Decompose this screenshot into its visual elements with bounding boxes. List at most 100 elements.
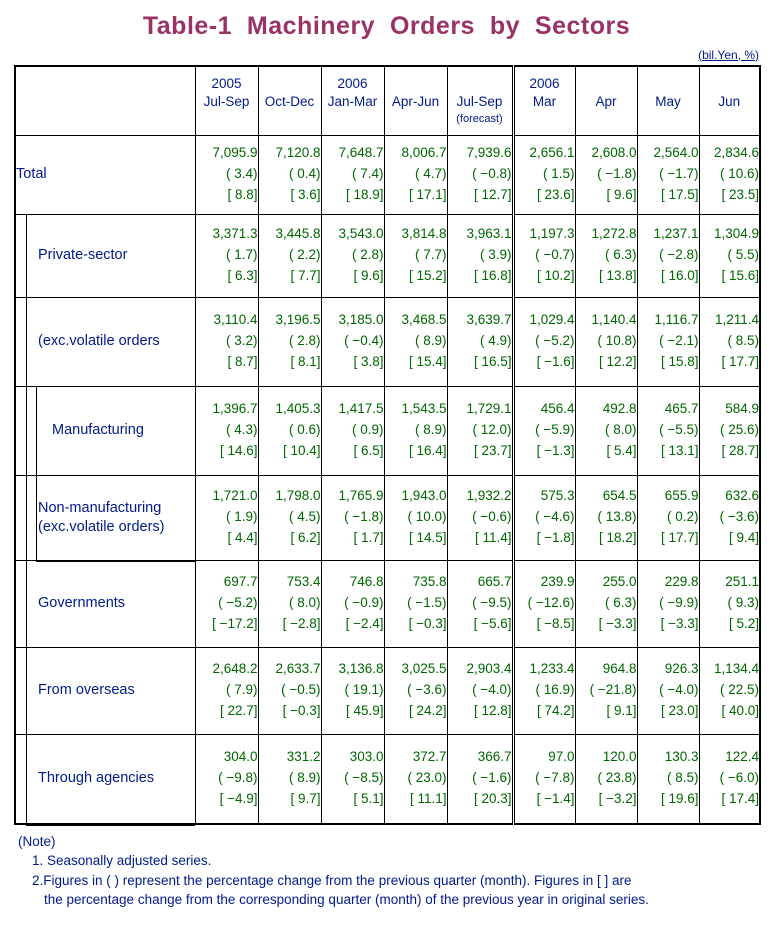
data-cell: 2,656.1 ( 1.5) [ 23.6] [511, 134, 576, 215]
cell-qoq-change: ( 7.7) [414, 247, 447, 263]
row-label: Private-sector [38, 247, 128, 264]
cell-qoq-change: ( 6.3) [604, 247, 637, 263]
cell-yoy-change: [ −5.6] [473, 615, 512, 631]
cell-value: 372.7 [412, 749, 447, 765]
header-period-0: Jul-Sep [203, 93, 250, 109]
cell-qoq-change: ( 1.9) [225, 509, 258, 525]
data-cell: 239.9 ( −12.6) [ −8.5] [511, 559, 576, 648]
cell-yoy-change: [ 6.5] [353, 442, 384, 458]
header-sub-6 [576, 111, 637, 127]
cell-qoq-change: ( −9.8) [218, 770, 258, 786]
data-cell: 1,233.4 ( 16.9) [ 74.2] [511, 646, 576, 735]
cell-value: 3,543.0 [338, 226, 384, 242]
cell-value: 255.0 [602, 574, 637, 590]
cell-yoy-change: [ 74.2] [536, 702, 575, 718]
cell-value: 1,197.3 [529, 226, 575, 242]
cell-qoq-change: ( 3.2) [225, 333, 258, 349]
data-cell: 372.7 ( 23.0) [ 11.1] [383, 733, 448, 824]
cell-qoq-change: ( −1.7) [659, 166, 699, 182]
data-cell: 926.3 ( −4.0) [ 23.0] [636, 646, 700, 735]
header-sub-0 [196, 111, 258, 127]
row-label-cell: Through agencies [14, 733, 196, 824]
cell-value: 1,211.4 [714, 312, 759, 328]
cell-qoq-change: ( 25.6) [719, 422, 759, 438]
cell-value: 304.0 [223, 749, 258, 765]
cell-qoq-change: ( −3.6) [719, 509, 759, 525]
data-cell: 97.0 ( −7.8) [ −1.4] [511, 733, 576, 824]
cell-qoq-change: ( −0.7) [535, 247, 575, 263]
cell-value: 130.3 [664, 749, 699, 765]
table-header: 2005 Jul-Sep Oct-Dec 2006 Jan-Mar Apr-Ju… [14, 65, 761, 136]
notes-block: (Note) 1. Seasonally adjusted series. 2.… [0, 825, 773, 910]
cell-yoy-change: [ 15.4] [408, 353, 447, 369]
cell-value: 1,029.4 [529, 312, 575, 328]
header-period-1: Oct-Dec [264, 93, 315, 109]
header-period-5: Mar [532, 93, 557, 109]
cell-qoq-change: ( 8.9) [288, 770, 321, 786]
data-cell: 492.8 ( 8.0) [ 5.4] [574, 385, 638, 476]
cell-value: 2,834.6 [713, 145, 759, 161]
cell-value: 654.5 [602, 488, 637, 504]
notes-item-2-cont: the percentage change from the correspon… [44, 892, 649, 908]
data-cell: 3,136.8 ( 19.1) [ 45.9] [320, 646, 385, 735]
header-year-7 [638, 75, 699, 92]
cell-qoq-change: ( 6.3) [604, 595, 637, 611]
header-year-1 [259, 75, 321, 92]
data-cell: 3,025.5 ( −3.6) [ 24.2] [383, 646, 448, 735]
cell-yoy-change: [ 9.4] [728, 529, 759, 545]
header-sub-3 [385, 111, 447, 127]
cell-yoy-change: [ 23.5] [721, 186, 759, 202]
cell-yoy-change: [ 23.7] [473, 442, 512, 458]
cell-yoy-change: [ −1.8] [536, 529, 575, 545]
header-year-0: 2005 [211, 75, 242, 91]
data-cell: 7,648.7 ( 7.4) [ 18.9] [320, 134, 385, 215]
data-cell: 7,939.6 ( −0.8) [ 12.7] [446, 134, 514, 215]
cell-qoq-change: ( 2.8) [288, 333, 321, 349]
cell-value: 122.4 [725, 749, 759, 765]
cell-qoq-change: ( 10.8) [597, 333, 637, 349]
data-cell: 575.3 ( −4.6) [ −1.8] [511, 474, 576, 561]
cell-qoq-change: ( 13.8) [597, 509, 637, 525]
cell-value: 2,608.0 [591, 145, 637, 161]
cell-yoy-change: [ 13.1] [660, 442, 699, 458]
cell-yoy-change: [ 15.8] [660, 353, 699, 369]
cell-value: 584.9 [725, 401, 759, 417]
data-cell: 753.4 ( 8.0) [ −2.8] [257, 559, 322, 648]
table-row: Manufacturing 1,396.7( 4.3)[ 14.6] 1,405.3… [14, 385, 761, 476]
data-cell: 465.7 ( −5.5) [ 13.1] [636, 385, 700, 476]
cell-value: 2,648.2 [212, 661, 258, 677]
cell-value: 632.6 [725, 488, 759, 504]
header-period-2: Jan-Mar [327, 93, 378, 109]
cell-qoq-change: ( −21.8) [589, 682, 637, 698]
cell-yoy-change: [ 5.1] [353, 790, 384, 806]
cell-yoy-change: [ 18.9] [345, 186, 384, 202]
cell-qoq-change: ( 8.5) [666, 770, 699, 786]
cell-value: 1,729.1 [466, 401, 512, 417]
header-year-8 [700, 75, 760, 92]
cell-value: 1,233.4 [529, 661, 575, 677]
cell-qoq-change: ( −1.6) [472, 770, 512, 786]
cell-value: 1,765.9 [338, 488, 384, 504]
data-cell: 1,932.2 ( −0.6) [ 11.4] [446, 474, 514, 561]
cell-value: 331.2 [286, 749, 321, 765]
cell-yoy-change: [ 16.4] [408, 442, 447, 458]
cell-value: 1,116.7 [654, 312, 699, 328]
cell-value: 8,006.7 [401, 145, 447, 161]
notes-heading: (Note) [18, 833, 56, 849]
data-cell: 3,468.5 ( 8.9) [ 15.4] [383, 296, 448, 387]
notes-item-2: 2.Figures in ( ) represent the percentag… [32, 872, 632, 888]
header-sub-2 [322, 111, 384, 127]
data-cell: 122.4 ( −6.0) [ 17.4] [698, 733, 761, 824]
data-cell: 735.8 ( −1.5) [ −0.3] [383, 559, 448, 648]
notes-item-1: 1. Seasonally adjusted series. [32, 853, 212, 869]
cell-yoy-change: [ 6.3] [227, 267, 258, 283]
cell-yoy-change: [ 12.8] [473, 702, 512, 718]
cell-value: 3,814.8 [401, 226, 447, 242]
cell-qoq-change: ( −8.5) [344, 770, 384, 786]
cell-qoq-change: ( −0.4) [344, 333, 384, 349]
cell-qoq-change: ( 1.7) [225, 247, 258, 263]
data-cell: 665.7 ( −9.5) [ −5.6] [446, 559, 514, 648]
data-cell: 120.0 ( 23.8) [ −3.2] [574, 733, 638, 824]
header-year-2: 2006 [337, 75, 368, 91]
cell-qoq-change: ( 22.5) [719, 682, 759, 698]
